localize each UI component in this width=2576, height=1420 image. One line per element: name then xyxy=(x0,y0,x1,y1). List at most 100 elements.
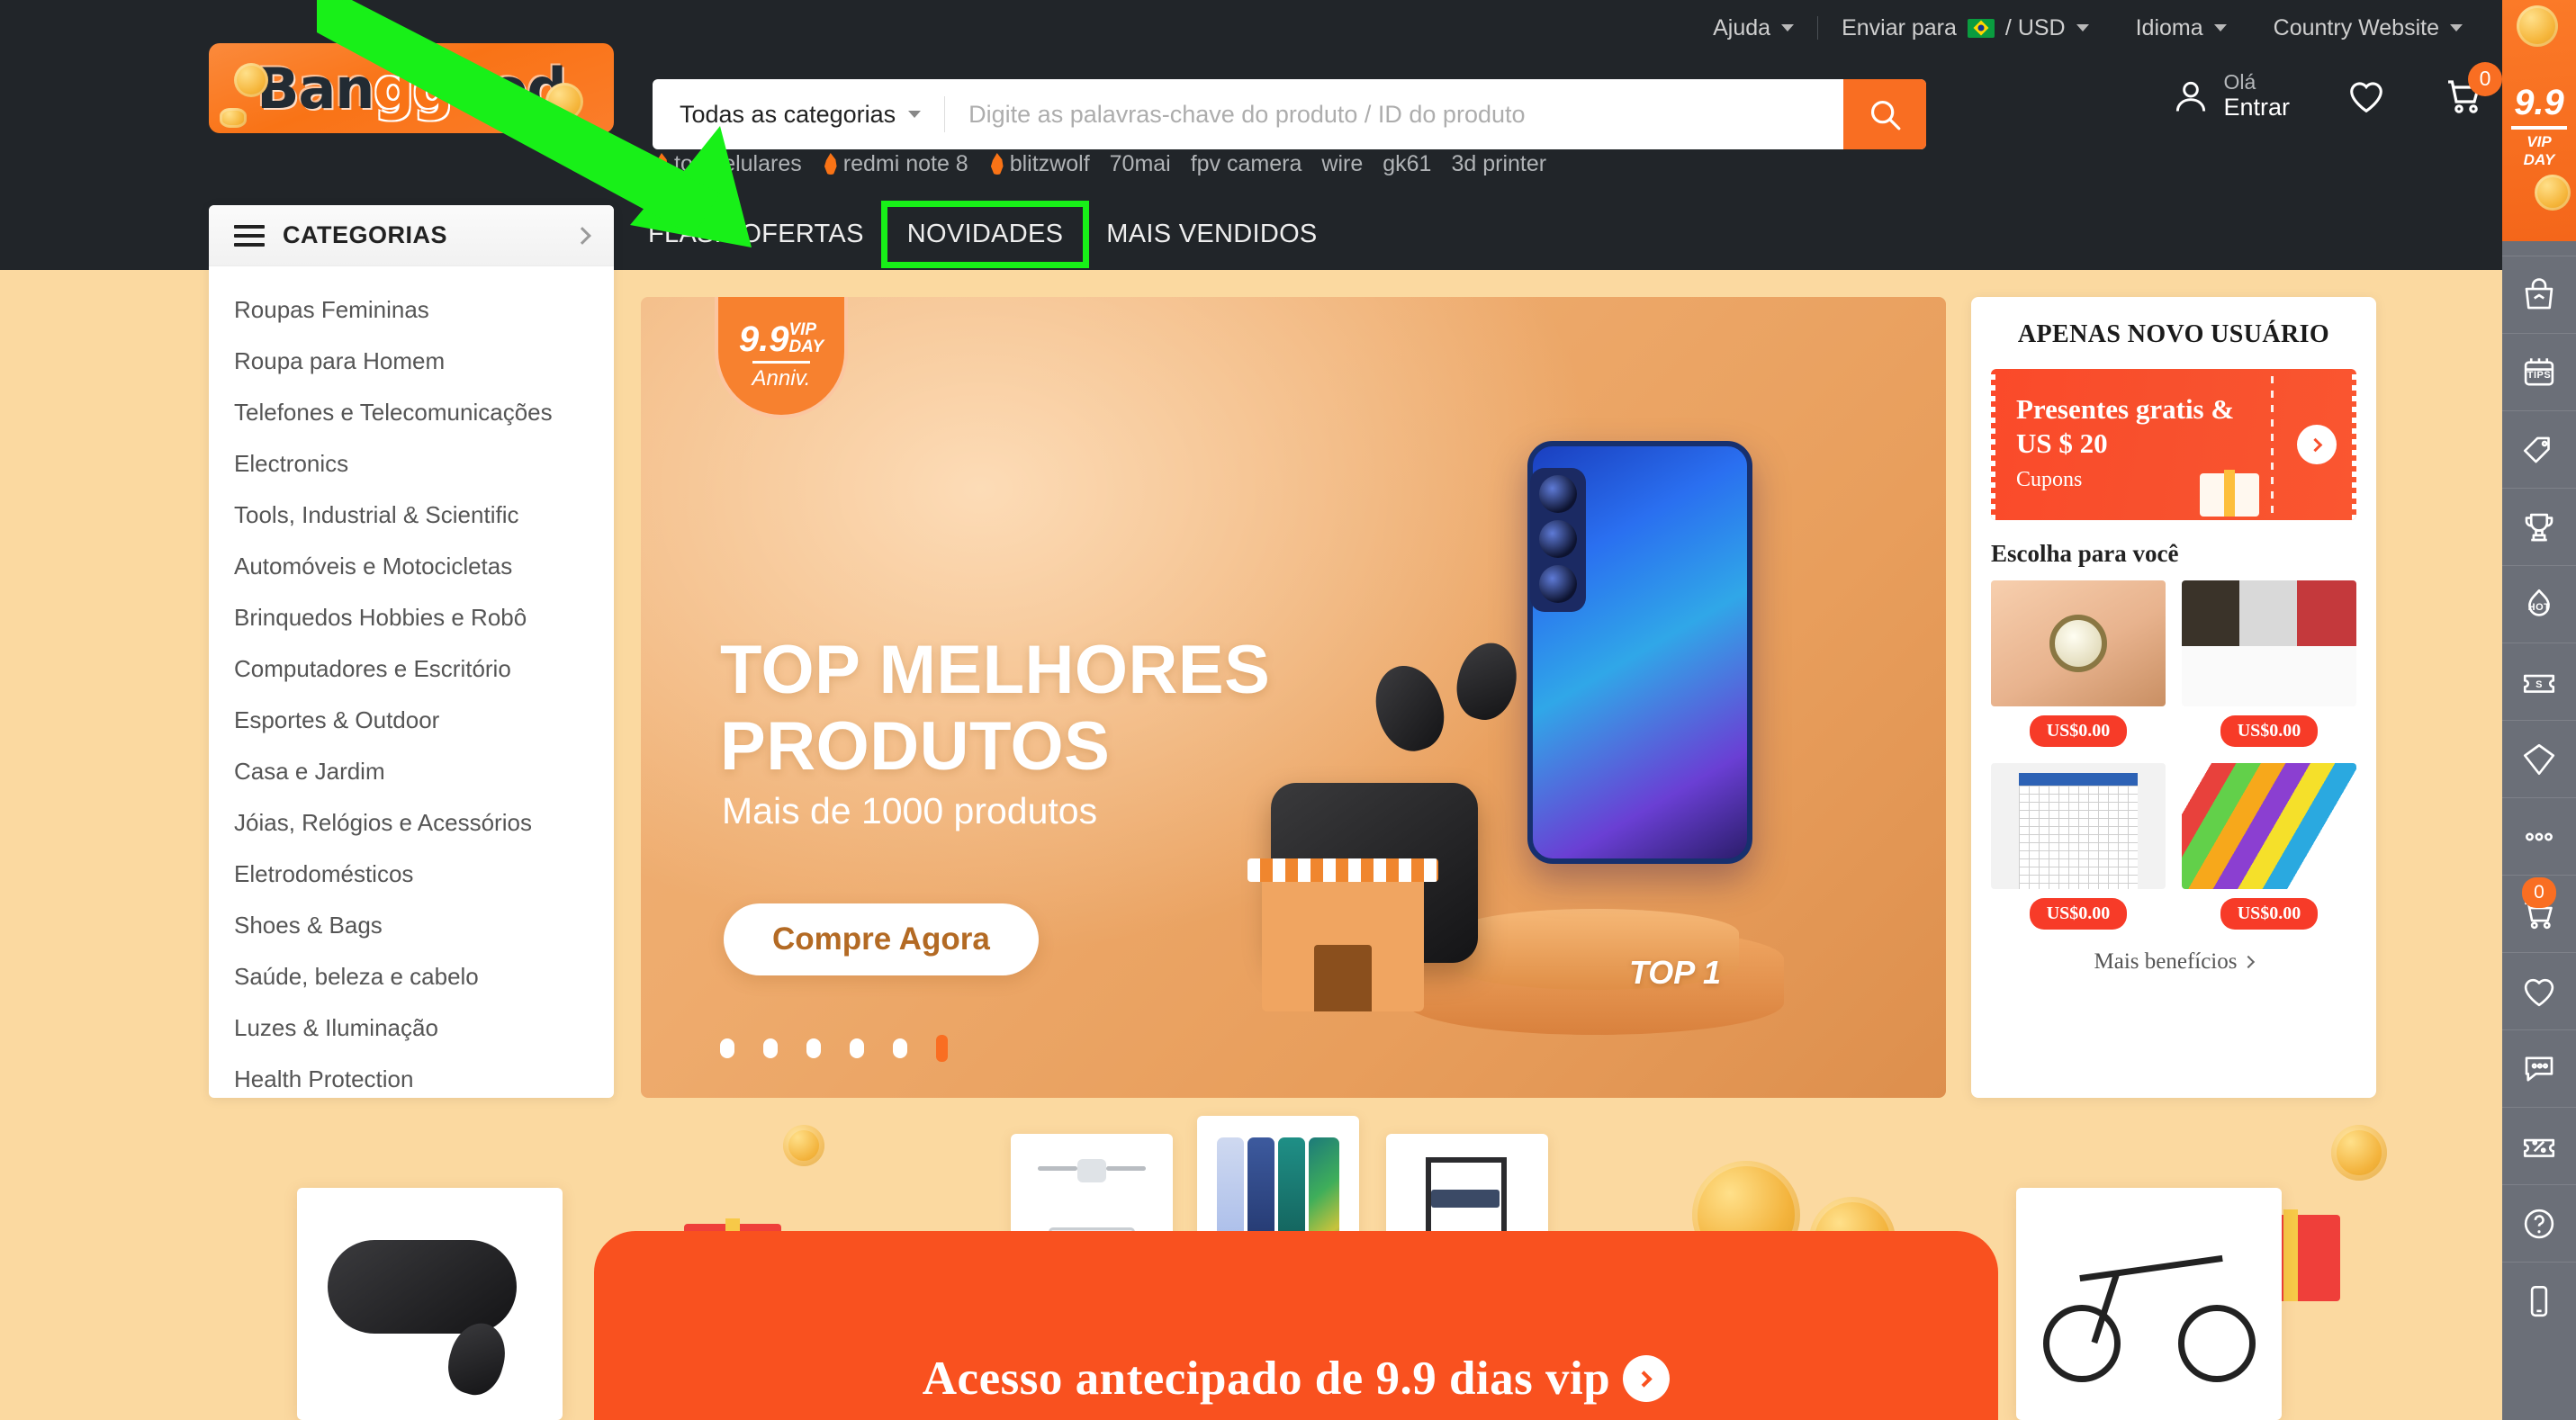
category-item[interactable]: Esportes & Outdoor xyxy=(209,695,614,746)
category-item[interactable]: Jóias, Relógios e Acessórios xyxy=(209,797,614,849)
hot-keyword[interactable]: top celulares xyxy=(653,151,802,177)
carousel-dot[interactable] xyxy=(850,1038,864,1058)
vip-diamond-button[interactable] xyxy=(2502,720,2576,797)
carousel-dot[interactable] xyxy=(763,1038,778,1058)
categories-title: CATEGORIAS xyxy=(283,221,448,248)
search-category-label: Todas as categorias xyxy=(680,100,896,128)
category-item[interactable]: Luzes & Iluminação xyxy=(209,1002,614,1054)
hot-keyword[interactable]: fpv camera xyxy=(1191,151,1302,177)
category-item[interactable]: Computadores e Escritório xyxy=(209,643,614,695)
search-category-dropdown[interactable]: Todas as categorias xyxy=(653,79,944,149)
category-item[interactable]: Saúde, beleza e cabelo xyxy=(209,951,614,1002)
vip-early-access-banner[interactable]: Acesso antecipado de 9.9 dias vip xyxy=(594,1231,1998,1420)
flame-icon xyxy=(822,153,840,175)
categories-header[interactable]: CATEGORIAS xyxy=(209,205,614,266)
promo-product-card[interactable]: US$0.00 xyxy=(2182,763,2356,930)
coupon-percent-button[interactable] xyxy=(2502,1107,2576,1184)
toolbar-cart-badge: 0 xyxy=(2522,877,2556,908)
chat-bubble-button[interactable] xyxy=(2502,1029,2576,1107)
chevron-right-icon[interactable] xyxy=(2297,425,2337,464)
carousel-dot[interactable] xyxy=(806,1038,821,1058)
coin-decoration xyxy=(783,1125,824,1166)
carousel-dot[interactable] xyxy=(720,1038,734,1058)
promo-product-card[interactable]: US$0.00 xyxy=(1991,580,2166,747)
featured-product-earbuds[interactable] xyxy=(297,1188,563,1420)
price-tags-button[interactable] xyxy=(2502,410,2576,488)
coupon-perforation xyxy=(2271,376,2274,513)
hot-keyword[interactable]: blitzwolf xyxy=(988,151,1090,177)
promo-product-grid: US$0.00 US$0.00 US$0.00 US$0.00 xyxy=(1991,580,2356,930)
hot-keyword[interactable]: redmi note 8 xyxy=(822,151,968,177)
featured-product-bike[interactable] xyxy=(2016,1188,2282,1420)
nav-tab[interactable]: MAIS VENDIDOS xyxy=(1088,220,1335,249)
category-item[interactable]: Tools, Industrial & Scientific xyxy=(209,490,614,541)
trophy-icon xyxy=(2525,513,2553,541)
language-menu[interactable]: Idioma xyxy=(2112,15,2250,41)
shopping-bag-icon xyxy=(2525,277,2553,309)
coupon-banner[interactable]: Presentes gratis & US $ 20 Cupons xyxy=(1991,369,2356,520)
nav-tab[interactable]: FLASH OFERTAS xyxy=(630,220,882,249)
cart-button[interactable]: 0 xyxy=(2502,875,2576,952)
category-item[interactable]: Roupas Femininas xyxy=(209,284,614,336)
hero-banner[interactable]: 9.9VIP DAY Anniv. TOP 1 TOP MELHORES PROD… xyxy=(641,297,1946,1098)
chevron-down-icon xyxy=(1781,24,1795,31)
hot-keyword[interactable]: wire xyxy=(1321,151,1363,177)
category-item[interactable]: Telefones e Telecomunicações xyxy=(209,387,614,438)
country-website-menu[interactable]: Country Website xyxy=(2250,15,2486,41)
hot-keyword[interactable]: 3d printer xyxy=(1451,151,1546,177)
category-item-label: Esportes & Outdoor xyxy=(234,706,440,733)
help-question-button[interactable] xyxy=(2502,1184,2576,1262)
promo-product-card[interactable]: US$0.00 xyxy=(2182,580,2356,747)
sign-in-button[interactable]: Olá Entrar xyxy=(2171,70,2290,121)
product-price-badge: US$0.00 xyxy=(2220,715,2318,747)
search-button[interactable] xyxy=(1843,79,1926,149)
search-input[interactable] xyxy=(945,79,1843,149)
price-tags-icon xyxy=(2523,436,2550,463)
badge-vip: VIP xyxy=(788,319,817,339)
hero-cta-button[interactable]: Compre Agora xyxy=(724,903,1039,975)
cart-button[interactable]: 0 xyxy=(2443,61,2502,118)
promo-product-card[interactable]: US$0.00 xyxy=(1991,763,2166,930)
mandolin-chords-chart xyxy=(1991,763,2166,889)
chevron-right-icon xyxy=(573,226,591,245)
category-item[interactable]: Health Protection xyxy=(209,1054,614,1098)
hot-keyword[interactable]: 70mai xyxy=(1110,151,1171,177)
coupon-percent-icon xyxy=(2523,1138,2555,1157)
hot-keyword-label: blitzwolf xyxy=(1009,151,1090,176)
shopping-bag-button[interactable] xyxy=(2502,256,2576,333)
hot-keyword[interactable]: gk61 xyxy=(1383,151,1431,177)
help-label: Ajuda xyxy=(1713,14,1771,40)
promo-title: APENAS NOVO USUÁRIO xyxy=(2017,320,2330,348)
ship-to-menu[interactable]: Enviar para / USD xyxy=(1818,15,2112,41)
tips-calendar-button[interactable]: TIPS xyxy=(2502,333,2576,410)
more-dots-button[interactable] xyxy=(2502,797,2576,875)
hero-title-line1: TOP MELHORES xyxy=(720,632,1271,708)
gift-box-icon xyxy=(2200,473,2259,517)
carousel-dot[interactable] xyxy=(893,1038,907,1058)
carousel-dot[interactable] xyxy=(936,1035,948,1062)
category-item-label: Electronics xyxy=(234,450,349,477)
vip-day-strip[interactable]: 9.9 VIP DAY xyxy=(2502,0,2576,241)
category-item-label: Tools, Industrial & Scientific xyxy=(234,501,519,528)
more-benefits-link[interactable]: Mais benefícios xyxy=(1991,949,2356,975)
site-logo[interactable]: Banggood xyxy=(209,43,614,133)
hot-flame-button[interactable]: HOT xyxy=(2502,565,2576,643)
trophy-button[interactable] xyxy=(2502,488,2576,565)
help-menu[interactable]: Ajuda xyxy=(1689,15,1817,41)
category-item[interactable]: Casa e Jardim xyxy=(209,746,614,797)
category-item[interactable]: Brinquedos Hobbies e Robô xyxy=(209,592,614,643)
help-question-icon xyxy=(2524,1209,2554,1238)
nav-tab[interactable]: NOVIDADES xyxy=(880,201,1090,268)
category-item[interactable]: Electronics xyxy=(209,438,614,490)
coupon-dollar-button[interactable]: S xyxy=(2502,643,2576,720)
shop-decoration xyxy=(1247,858,1438,1011)
category-item[interactable]: Shoes & Bags xyxy=(209,900,614,951)
category-item[interactable]: Roupa para Homem xyxy=(209,336,614,387)
category-item[interactable]: Eletrodomésticos xyxy=(209,849,614,900)
mobile-app-button[interactable] xyxy=(2502,1262,2576,1339)
chevron-down-icon xyxy=(2450,24,2463,31)
category-item[interactable]: Automóveis e Motocicletas xyxy=(209,541,614,592)
wishlist-button[interactable] xyxy=(2346,76,2387,117)
currency-label: / USD xyxy=(2004,14,2066,40)
heart-button[interactable] xyxy=(2502,952,2576,1029)
